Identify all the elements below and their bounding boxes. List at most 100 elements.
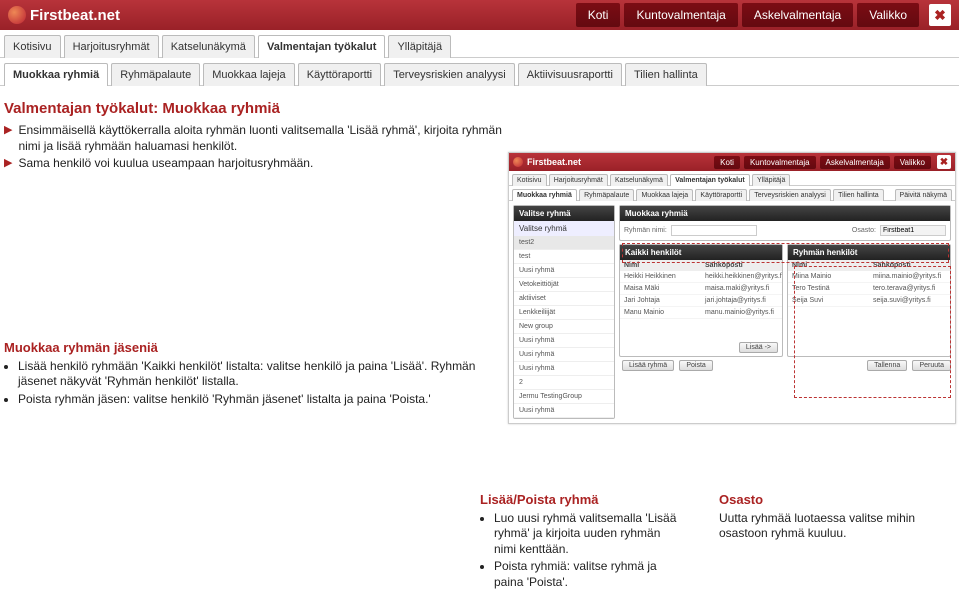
lisaa-ryhma-button[interactable]: Lisää ryhmä — [622, 360, 674, 371]
tab-terveysriskien[interactable]: Terveysriskien analyysi — [384, 63, 514, 86]
tab-katselunakyma[interactable]: Katselunäkymä — [162, 35, 255, 58]
tab-kaytto[interactable]: Käyttöraportti — [695, 189, 747, 201]
tab-palaute[interactable]: Ryhmäpalaute — [579, 189, 634, 201]
inset-topbar: Firstbeat.net Koti Kuntovalmentaja Askel… — [509, 153, 955, 171]
group-list: test2testUusi ryhmäVetokeittiöjätaktiivi… — [514, 236, 614, 418]
label-osasto: Osasto: — [852, 227, 876, 234]
col-sp: Sähköposti — [701, 260, 782, 271]
tab-katselunakyma[interactable]: Katselunäkymä — [610, 174, 668, 186]
tab-muokkaa[interactable]: Muokkaa ryhmiä — [512, 189, 577, 201]
help-text-1: Ensimmäisellä käyttökerralla aloita ryhm… — [18, 123, 504, 154]
tab-tilien-hallinta[interactable]: Tilien hallinta — [625, 63, 707, 86]
ryhman-henkilot-panel: Ryhmän henkilöt NimiSähköposti Miina Mai… — [787, 244, 951, 357]
tab-terveys[interactable]: Terveysriskien analyysi — [749, 189, 831, 201]
tab-kotisivu[interactable]: Kotisivu — [4, 35, 61, 58]
table-row[interactable]: Maisa Mäkimaisa.maki@yritys.fi — [620, 283, 782, 295]
tab-muokkaa-ryhmia[interactable]: Muokkaa ryhmiä — [4, 63, 108, 86]
select-group-panel: Valitse ryhmä Valitse ryhmä test2testUus… — [513, 205, 615, 419]
col-nimi: Nimi — [788, 260, 869, 271]
tab-valmentajan-tyokalut[interactable]: Valmentajan työkalut — [258, 35, 385, 58]
panel-title-kaikki: Kaikki henkilöt — [620, 245, 782, 260]
group-list-item[interactable]: Uusi ryhmä — [514, 362, 614, 376]
label-ryhman-nimi: Ryhmän nimi: — [624, 227, 667, 234]
group-list-item[interactable]: test — [514, 250, 614, 264]
table-row[interactable]: Jari Johtajajari.johtaja@yritys.fi — [620, 295, 782, 307]
poista-button[interactable]: Poista — [679, 360, 712, 371]
inset-app: Firstbeat.net Koti Kuntovalmentaja Askel… — [508, 152, 956, 424]
table-row[interactable]: Heikki Heikkinenheikki.heikkinen@yritys.… — [620, 271, 782, 283]
group-list-item[interactable]: New group — [514, 320, 614, 334]
table-row[interactable]: Seija Suviseija.suvi@yritys.fi — [788, 295, 950, 307]
tab-harjoitusryhmat[interactable]: Harjoitusryhmät — [549, 174, 608, 186]
group-list-item[interactable]: test2 — [514, 236, 614, 250]
edit-groups-panel: Muokkaa ryhmiä Ryhmän nimi: Osasto: Kaik… — [619, 205, 951, 419]
input-osasto[interactable] — [880, 225, 946, 236]
panel-title-valitse: Valitse ryhmä — [514, 206, 614, 221]
arrow-icon: ▶ — [4, 123, 12, 136]
close-icon[interactable]: ✖ — [937, 155, 951, 169]
peruuta-button[interactable]: Peruuta — [912, 360, 951, 371]
col-nimi: Nimi — [620, 260, 701, 271]
nav-valikko[interactable]: Valikko — [857, 3, 919, 27]
list-item: Luo uusi ryhmä valitsemalla 'Lisää ryhmä… — [494, 511, 679, 558]
tallenna-button[interactable]: Tallenna — [867, 360, 907, 371]
input-ryhman-nimi[interactable] — [671, 225, 757, 236]
inset-nav-koti[interactable]: Koti — [714, 156, 740, 169]
tab-muokkaa-lajeja[interactable]: Muokkaa lajeja — [203, 63, 294, 86]
group-list-item[interactable]: Lenkkeiliijät — [514, 306, 614, 320]
section-edit-members-list: Lisää henkilö ryhmään 'Kaikki henkilöt' … — [18, 359, 504, 408]
nav-koti[interactable]: Koti — [576, 3, 621, 27]
tab-kotisivu[interactable]: Kotisivu — [512, 174, 547, 186]
tab-kayttoraportti[interactable]: Käyttöraportti — [298, 63, 381, 86]
inset-nav-valikko[interactable]: Valikko — [894, 156, 931, 169]
tab-yllapitaja[interactable]: Ylläpitäjä — [388, 35, 451, 58]
col-sp: Sähköposti — [869, 260, 950, 271]
inset-tabs1: Kotisivu Harjoitusryhmät Katselunäkymä V… — [509, 171, 955, 186]
table-row[interactable]: Tero Testinätero.terava@yritys.fi — [788, 283, 950, 295]
list-item: Lisää henkilö ryhmään 'Kaikki henkilöt' … — [18, 359, 504, 390]
tab-lajeja[interactable]: Muokkaa lajeja — [636, 189, 693, 201]
inset-brand-text: Firstbeat.net — [527, 157, 581, 167]
group-list-item[interactable]: Vetokeittiöjät — [514, 278, 614, 292]
nav-askelvalmentaja[interactable]: Askelvalmentaja — [742, 3, 853, 27]
tab-yllapitaja[interactable]: Ylläpitäjä — [752, 174, 790, 186]
group-list-item[interactable]: Uusi ryhmä — [514, 334, 614, 348]
inset-brand: Firstbeat.net — [513, 157, 581, 167]
group-list-item[interactable]: 2 — [514, 376, 614, 390]
kaikki-henkilot-panel: Kaikki henkilöt NimiSähköposti Heikki He… — [619, 244, 783, 357]
inset-nav-kunto[interactable]: Kuntovalmentaja — [744, 156, 816, 169]
arrow-icon: ▶ — [4, 156, 12, 169]
close-icon[interactable]: ✖ — [929, 4, 951, 26]
tab-paivita[interactable]: Päivitä näkymä — [895, 189, 952, 201]
tab-tilien[interactable]: Tilien hallinta — [833, 189, 884, 201]
tab-ryhmapalaute[interactable]: Ryhmäpalaute — [111, 63, 200, 86]
table-row[interactable]: Miina Mainiomiina.mainio@yritys.fi — [788, 271, 950, 283]
help-text-2: Sama henkilö voi kuulua useampaan harjoi… — [18, 156, 313, 172]
tabs-level-1: Kotisivu Harjoitusryhmät Katselunäkymä V… — [0, 30, 959, 58]
group-list-item[interactable]: Uusi ryhmä — [514, 348, 614, 362]
tab-harjoitusryhmat[interactable]: Harjoitusryhmät — [64, 35, 159, 58]
brand-text: Firstbeat.net — [30, 7, 120, 24]
nav-kuntovalmentaja[interactable]: Kuntovalmentaja — [624, 3, 737, 27]
group-list-item[interactable]: Uusi ryhmä — [514, 264, 614, 278]
section-osasto-list: Uutta ryhmää luotaessa valitse mihin osa… — [719, 511, 939, 542]
group-list-item[interactable]: aktiiviset — [514, 292, 614, 306]
lisaa-button[interactable]: Lisää -> — [739, 342, 778, 353]
logo-icon — [8, 6, 26, 24]
group-list-item[interactable]: Jermu TestingGroup — [514, 390, 614, 404]
tab-valmentajan[interactable]: Valmentajan työkalut — [670, 174, 750, 186]
tab-aktiivisuus[interactable]: Aktiivisuusraportti — [518, 63, 622, 86]
help-line: ▶ Ensimmäisellä käyttökerralla aloita ry… — [4, 123, 504, 154]
list-item: Poista ryhmän jäsen: valitse henkilö 'Ry… — [18, 392, 504, 408]
inset-nav-askel[interactable]: Askelvalmentaja — [820, 156, 890, 169]
section-edit-members-title: Muokkaa ryhmän jäseniä — [4, 340, 504, 355]
logo-icon — [513, 157, 523, 167]
table-row[interactable]: Manu Mainiomanu.mainio@yritys.fi — [620, 307, 782, 319]
panel-subtitle-valitse: Valitse ryhmä — [514, 221, 614, 236]
help-line: ▶ Sama henkilö voi kuulua useampaan harj… — [4, 156, 504, 172]
section-osasto-title: Osasto — [719, 492, 939, 507]
inset-tabs2: Muokkaa ryhmiä Ryhmäpalaute Muokkaa laje… — [509, 186, 955, 201]
page-title: Valmentajan työkalut: Muokkaa ryhmiä — [4, 100, 504, 117]
group-list-item[interactable]: Uusi ryhmä — [514, 404, 614, 418]
section-add-remove-list: Luo uusi ryhmä valitsemalla 'Lisää ryhmä… — [494, 511, 679, 591]
